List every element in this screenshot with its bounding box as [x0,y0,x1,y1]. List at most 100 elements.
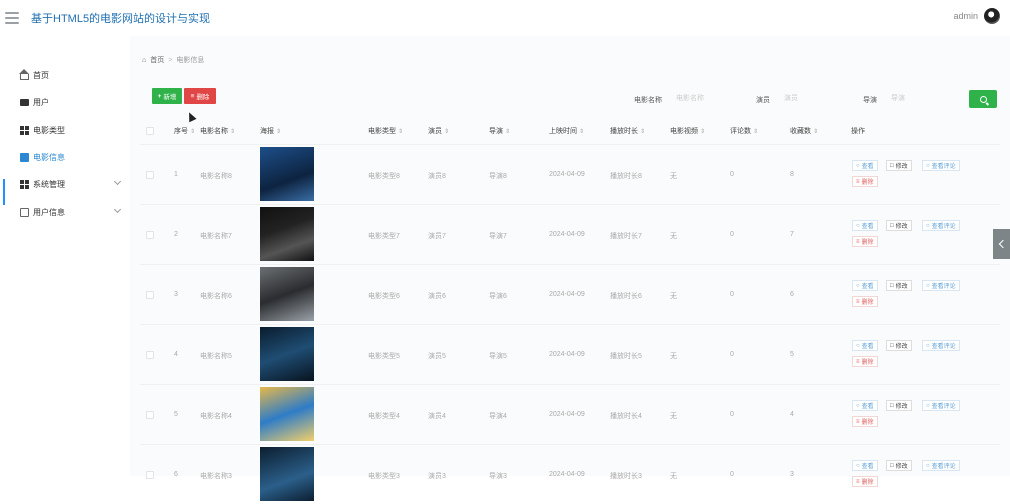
monitor-icon [20,98,29,106]
cell-video: 无 [670,413,677,420]
eye-icon: ○ [926,342,930,349]
cell-video: 无 [670,173,677,180]
column-header-video[interactable]: 电影视频 ⇕ [670,126,705,136]
chevron-down-icon [113,205,122,214]
sidebar-item-home[interactable]: 首页 [19,68,120,82]
trash-icon: ≡ [190,92,195,100]
view-comments-button[interactable]: ○ 查看评论 [922,460,960,471]
movie-poster-image [260,267,314,321]
edit-button[interactable]: □ 修改 [886,280,912,291]
edit-button[interactable]: □ 修改 [886,340,912,351]
view-button[interactable]: ○ 查看 [852,400,878,411]
row-delete-button-label: 删除 [861,360,874,366]
search-input-actor[interactable]: 演员 [780,91,850,105]
view-comments-button-label: 查看评论 [931,464,956,470]
cell-date: 2024-04-09 [549,411,585,418]
breadcrumb-home[interactable]: 首页 [150,55,164,65]
cell-director: 导演4 [489,413,507,420]
sort-icon: ⇕ [190,129,196,135]
search-button[interactable] [969,90,997,108]
column-header-label: 播放时长 [610,128,638,135]
view-button[interactable]: ○ 查看 [852,160,878,171]
column-header-comments[interactable]: 评论数 ⇕ [730,126,758,136]
delete-button[interactable]: ≡ 删除 [184,88,216,104]
row-delete-button[interactable]: ≡ 删除 [852,356,878,367]
sidebar-item-users[interactable]: 用户 [20,95,120,109]
row-checkbox[interactable] [146,171,154,179]
row-delete-button-label: 删除 [861,240,874,246]
column-header-name[interactable]: 电影名称 ⇕ [200,126,235,136]
column-header-date[interactable]: 上映时间 ⇕ [549,126,584,136]
view-button[interactable]: ○ 查看 [852,220,878,231]
eye-icon: ○ [856,162,860,169]
row-delete-button-label: 删除 [861,300,874,306]
select-all-checkbox[interactable] [146,127,154,135]
row-checkbox[interactable] [146,471,154,479]
trash-icon: ≡ [856,298,860,305]
edit-button[interactable]: □ 修改 [886,400,912,411]
search-input-director[interactable]: 导演 [887,91,957,105]
row-delete-button[interactable]: ≡ 删除 [852,296,878,307]
view-comments-button[interactable]: ○ 查看评论 [922,220,960,231]
view-button[interactable]: ○ 查看 [852,340,878,351]
plus-icon: + [157,92,162,100]
movie-poster-image [260,387,314,441]
avatar[interactable] [984,8,1000,24]
cell-duration: 播放时长3 [610,473,642,480]
column-header-director[interactable]: 导演 ⇕ [489,126,510,136]
add-button-label: 新增 [163,94,177,101]
sort-icon: ⇕ [444,129,450,135]
column-header-index[interactable]: 序号 ⇕ [174,126,195,136]
column-header-poster[interactable]: 海报 ⇕ [260,126,281,136]
cell-favorites: 3 [790,471,794,478]
row-delete-button[interactable]: ≡ 删除 [852,236,878,247]
edit-button[interactable]: □ 修改 [886,220,912,231]
view-comments-button-label: 查看评论 [931,404,956,410]
view-comments-button[interactable]: ○ 查看评论 [922,160,960,171]
row-checkbox[interactable] [146,351,154,359]
sidebar-item-user-info[interactable]: 用户信息 [20,205,122,219]
column-header-favorites[interactable]: 收藏数 ⇕ [790,126,818,136]
column-header-type[interactable]: 电影类型 ⇕ [368,126,403,136]
search-input-name[interactable]: 电影名称 [672,91,742,105]
view-button[interactable]: ○ 查看 [852,280,878,291]
eye-icon: ○ [856,462,860,469]
user-menu[interactable]: admin [953,8,1000,24]
row-delete-button[interactable]: ≡ 删除 [852,176,878,187]
row-delete-button[interactable]: ≡ 删除 [852,476,878,487]
add-button[interactable]: + 新增 [152,88,182,104]
table-row: 5 电影名称4 电影类型4 演员4 导演4 2024-04-09 播放时长4 无 0 4 ○ 查看 □ 修… [140,384,1000,444]
row-checkbox[interactable] [146,231,154,239]
table-row: 6 电影名称3 电影类型3 演员3 导演3 2024-04-09 播放时长3 无 0 3 ○ 查看 □ 修… [140,444,1000,504]
column-header-label: 序号 [174,128,188,135]
menu-icon[interactable] [5,12,19,24]
sidebar-item-movie-info[interactable]: 电影信息 [20,150,120,164]
row-checkbox[interactable] [146,291,154,299]
row-delete-button[interactable]: ≡ 删除 [852,416,878,427]
view-comments-button[interactable]: ○ 查看评论 [922,340,960,351]
view-comments-button[interactable]: ○ 查看评论 [922,280,960,291]
sort-icon: ⇕ [700,129,706,135]
edit-button[interactable]: □ 修改 [886,160,912,171]
view-button[interactable]: ○ 查看 [852,460,878,471]
main-content: ⌂ 首页 > 电影信息 + 新增 ≡ 删除 电影名称 电影名称 演员 演员 导演… [130,36,1010,501]
column-header-label: 电影视频 [670,128,698,135]
cell-name: 电影名称5 [200,353,232,360]
column-header-actor[interactable]: 演员 ⇕ [428,126,449,136]
movie-poster-image [260,147,314,201]
column-header-label: 导演 [489,128,503,135]
sidebar-item-system[interactable]: 系统管理 [20,177,122,191]
breadcrumb-current: 电影信息 [176,57,205,64]
app-title: 基于HTML5的电影网站的设计与实现 [31,13,211,25]
eye-icon: ○ [926,282,930,289]
sidebar-item-movie-types[interactable]: 电影类型 [20,123,120,137]
cell-date: 2024-04-09 [549,171,585,178]
row-checkbox[interactable] [146,411,154,419]
column-header-actions: 操作 [851,128,865,135]
eye-icon: ○ [926,222,930,229]
view-comments-button[interactable]: ○ 查看评论 [922,400,960,411]
edit-button[interactable]: □ 修改 [886,460,912,471]
column-header-duration[interactable]: 播放时长 ⇕ [610,126,645,136]
collapse-panel-button[interactable] [993,229,1010,259]
cell-director: 导演7 [489,233,507,240]
